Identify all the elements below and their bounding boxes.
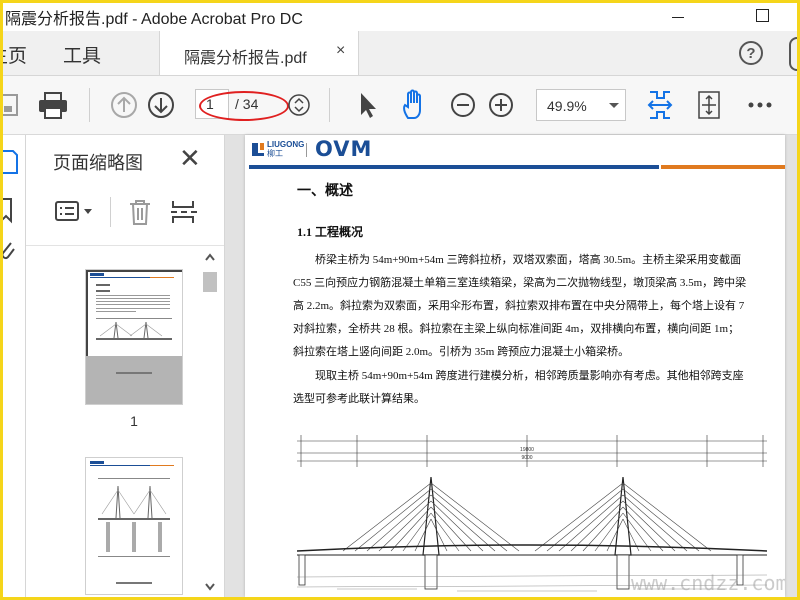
chevron-down-icon (609, 103, 619, 108)
zoom-out-icon[interactable] (449, 88, 477, 122)
toolbar: 1 / 34 49.9% (3, 76, 797, 135)
logo-brand-text: LIUGONG (267, 140, 305, 149)
page-thumbnails-panel: 页面缩略图 ✕ 1 (26, 135, 225, 597)
attachments-icon[interactable] (3, 237, 21, 267)
paragraph-line: 桥梁主桥为 54m+90m+54m 三跨斜拉桥，双塔双索面，塔高 30.5m。主… (315, 254, 742, 266)
paragraph-line: 现取主桥 54m+90m+54m 跨度进行建模分析，相邻跨质量影响亦有考虑。其他… (315, 370, 744, 382)
logo-divider (306, 143, 307, 157)
tab-bar: 主页 工具 隔震分析报告.pdf × ? (3, 31, 797, 76)
previous-page-icon[interactable] (109, 88, 139, 122)
toolbar-divider (89, 88, 90, 122)
acrobat-window: 隔震分析报告.pdf - Adobe Acrobat Pro DC 主页 工具 … (3, 3, 797, 597)
scrollbar-thumb[interactable] (203, 272, 217, 292)
zoom-select[interactable]: 49.9% (536, 89, 626, 121)
full-screen-icon[interactable] (695, 88, 723, 122)
drawing-dim-mid: 9000 (521, 455, 532, 461)
zoom-value: 49.9% (547, 98, 587, 114)
paragraph-line: 高 2.2m。斜拉索为双索面，采用伞形布置，斜拉索双排布置在中央分隔带上，每个塔… (293, 300, 745, 312)
delete-page-icon[interactable] (126, 197, 154, 227)
header-band-orange (661, 165, 785, 169)
document-viewer[interactable]: LIUGONG 柳工 OVM 一、概述 1.1 工程概况 桥梁主桥为 54m+9… (225, 135, 797, 597)
minimize-button[interactable] (655, 3, 701, 31)
page-thumbnail-1[interactable] (85, 269, 183, 405)
header-band-blue (249, 165, 659, 169)
thumbnail-options-icon[interactable] (54, 199, 98, 225)
navigation-rail (3, 135, 26, 597)
select-tool-icon[interactable] (355, 88, 379, 122)
paragraph-line: 斜拉索在塔上竖向间距 2.0m。引桥为 35m 跨预应力混凝土小箱梁桥。 (293, 346, 630, 358)
thumbnail-label: 1 (130, 413, 138, 429)
panel-title: 页面缩略图 (53, 153, 143, 173)
thumbnail-page-content (90, 461, 174, 584)
logo-brand-cn: 柳工 (267, 149, 283, 158)
document-page: LIUGONG 柳工 OVM 一、概述 1.1 工程概况 桥梁主桥为 54m+9… (245, 135, 785, 597)
paragraph-line: C55 三向预应力钢筋混凝土单箱三室连续箱梁，梁高为二次抛物线型，墩顶梁高 3.… (293, 277, 747, 289)
thumbnail-view-box[interactable] (86, 270, 182, 360)
more-options-icon[interactable] (745, 88, 775, 122)
close-panel-icon[interactable]: ✕ (179, 143, 201, 174)
window-title: 隔震分析报告.pdf - Adobe Acrobat Pro DC (5, 11, 303, 28)
scroll-up-icon[interactable] (204, 252, 216, 262)
panel-divider (110, 197, 111, 227)
bookmarks-icon[interactable] (3, 195, 21, 225)
minimize-icon (672, 17, 684, 18)
paragraph-line: 对斜拉索，全桥共 28 根。斜拉索在主梁上纵向标准间距 4m，双排横向布置，横向… (293, 323, 740, 335)
thumbnail-offpage-area (86, 356, 182, 404)
tab-tools[interactable]: 工具 (63, 41, 101, 68)
save-icon[interactable] (3, 88, 19, 122)
tab-document[interactable]: 隔震分析报告.pdf × (159, 31, 359, 75)
fit-width-icon[interactable] (645, 88, 675, 122)
print-icon[interactable] (37, 88, 69, 122)
ovm-logo: OVM (315, 137, 373, 161)
insert-page-icon[interactable] (170, 197, 204, 227)
zoom-in-icon[interactable] (487, 88, 515, 122)
annotation-oval (199, 91, 289, 121)
hand-tool-icon[interactable] (399, 88, 431, 122)
toolbar-divider (329, 88, 330, 122)
account-button[interactable] (789, 37, 797, 71)
page-thumbnails-icon[interactable] (3, 147, 21, 177)
maximize-button[interactable] (740, 3, 786, 31)
help-button[interactable]: ? (739, 41, 763, 65)
section-heading: 一、概述 (297, 184, 353, 199)
watermark: www.cndzz.com (631, 571, 785, 595)
close-tab-icon[interactable]: × (336, 42, 345, 60)
document-tab-label: 隔震分析报告.pdf (184, 50, 307, 67)
tab-home[interactable]: 主页 (3, 41, 27, 68)
page-stepper-icon[interactable] (286, 88, 312, 122)
paragraph-line: 选型可参考此联计算结果。 (293, 393, 425, 405)
drawing-dim-top: 19800 (520, 447, 534, 453)
subsection-heading: 1.1 工程概况 (297, 225, 364, 239)
liugong-logo-icon (252, 143, 264, 156)
title-bar: 隔震分析报告.pdf - Adobe Acrobat Pro DC (3, 3, 797, 31)
maximize-icon (756, 9, 769, 22)
next-page-icon[interactable] (146, 88, 176, 122)
scroll-down-icon[interactable] (204, 582, 216, 592)
page-thumbnail-2[interactable] (85, 457, 183, 595)
panel-toolbar (26, 185, 224, 237)
